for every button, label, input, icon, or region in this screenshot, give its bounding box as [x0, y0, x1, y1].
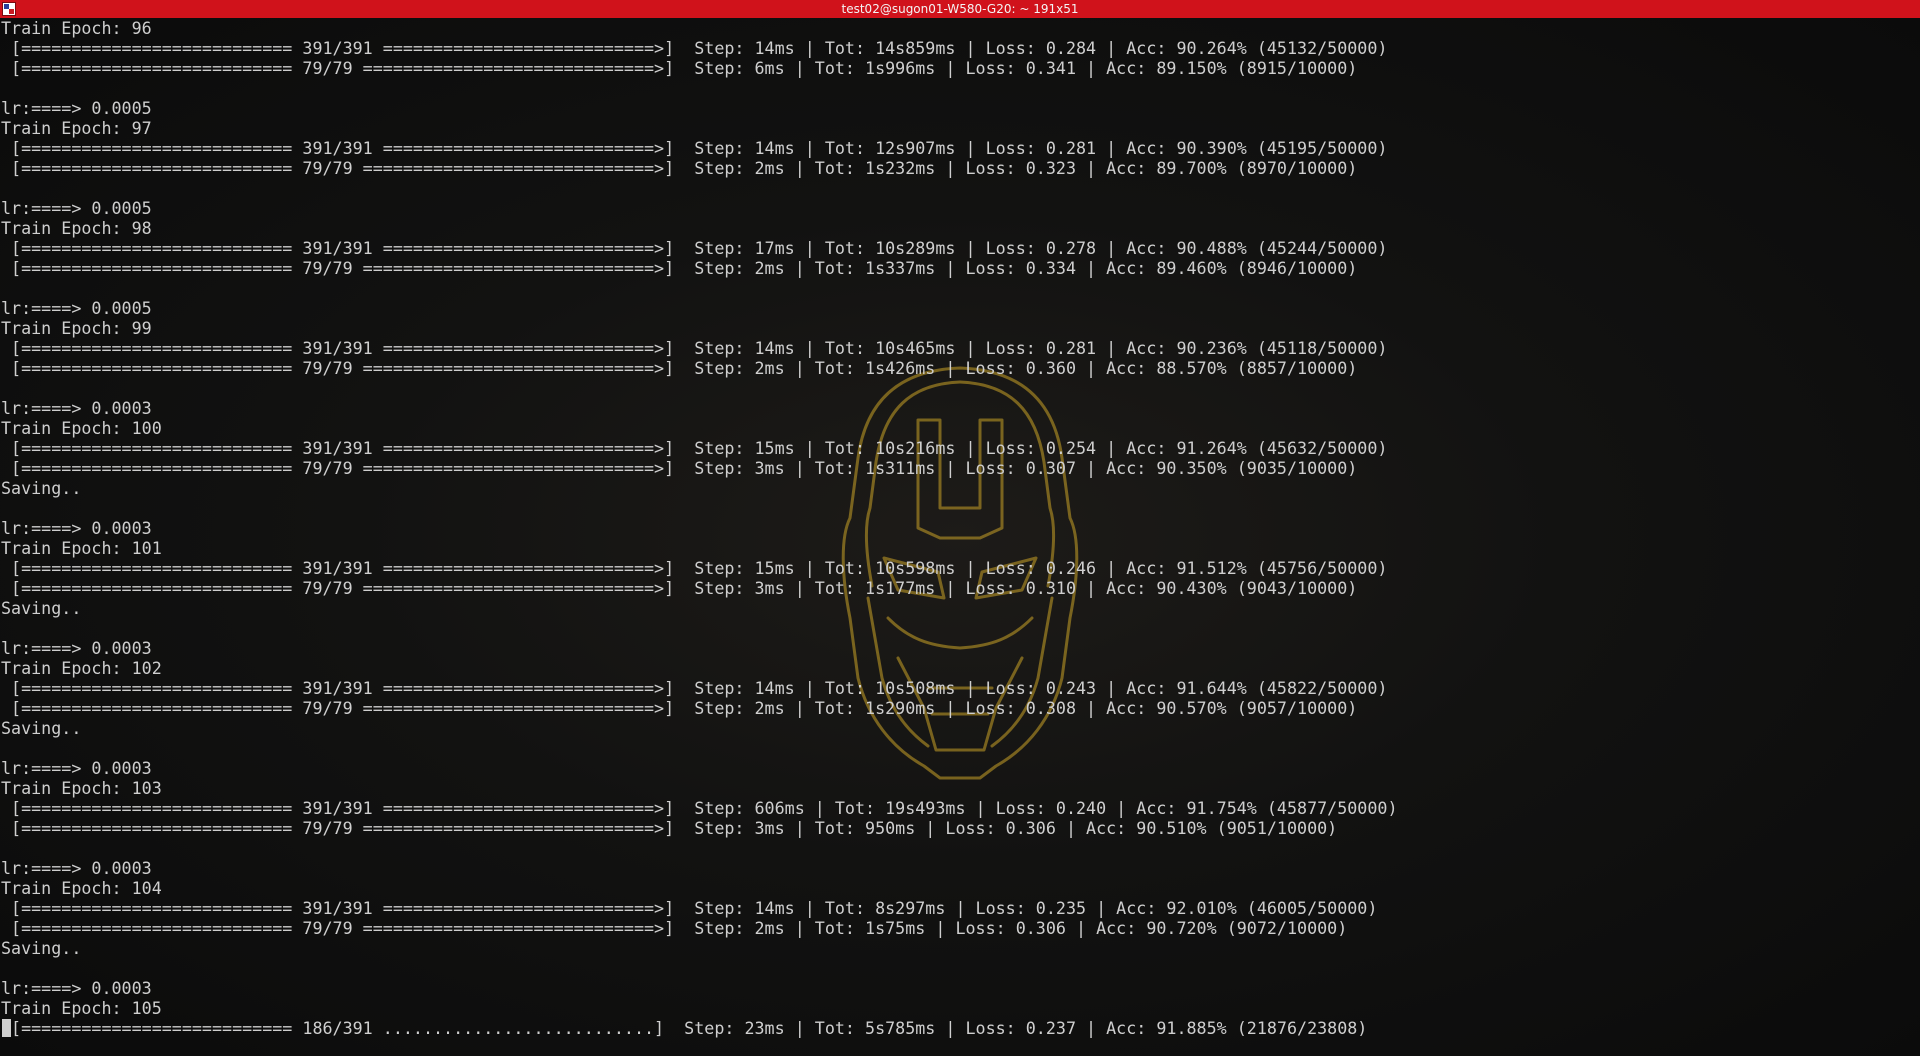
terminal-line: Train Epoch: 101: [1, 538, 162, 558]
terminal-line: Train Epoch: 98: [1, 218, 152, 238]
terminal-line: [=========================== 391/391 ===…: [1, 338, 1388, 358]
terminal-line: Train Epoch: 104: [1, 878, 162, 898]
terminal-line: Train Epoch: 99: [1, 318, 152, 338]
terminal-line: [=========================== 79/79 =====…: [1, 358, 1358, 378]
terminal-line: Train Epoch: 102: [1, 658, 162, 678]
terminal-line: [=========================== 79/79 =====…: [1, 918, 1348, 938]
terminal-line: [=========================== 79/79 =====…: [1, 698, 1358, 718]
terminal-line: Train Epoch: 105: [1, 998, 162, 1018]
terminal-line: Train Epoch: 103: [1, 778, 162, 798]
window-title: test02@sugon01-W580-G20: ~ 191x51: [841, 2, 1079, 16]
terminal-line: [=========================== 391/391 ===…: [1, 678, 1388, 698]
terminal-line-current: [=========================== 186/391 ...…: [1, 1018, 1398, 1038]
terminal-window-icon[interactable]: [2, 2, 16, 16]
terminal-view[interactable]: Train Epoch: 96 [=======================…: [0, 18, 1920, 1056]
window-titlebar[interactable]: test02@sugon01-W580-G20: ~ 191x51: [0, 0, 1920, 18]
terminal-line: [=========================== 391/391 ===…: [1, 38, 1388, 58]
terminal-line: Saving..: [1, 478, 82, 498]
terminal-line: [=========================== 79/79 =====…: [1, 458, 1358, 478]
terminal-line: lr:====> 0.0003: [1, 638, 152, 658]
terminal-line: [=========================== 79/79 =====…: [1, 258, 1358, 278]
terminal-line: [=========================== 79/79 =====…: [1, 58, 1358, 78]
terminal-line: lr:====> 0.0003: [1, 398, 152, 418]
terminal-line: lr:====> 0.0003: [1, 518, 152, 538]
terminal-line: [=========================== 391/391 ===…: [1, 138, 1388, 158]
terminal-line: [=========================== 79/79 =====…: [1, 818, 1338, 838]
terminal-line: lr:====> 0.0003: [1, 758, 152, 778]
terminal-line: lr:====> 0.0005: [1, 198, 152, 218]
terminal-cursor: [2, 1019, 11, 1037]
terminal-line: lr:====> 0.0005: [1, 298, 152, 318]
terminal-line: Saving..: [1, 718, 82, 738]
terminal-line: [=========================== 391/391 ===…: [1, 238, 1388, 258]
terminal-line: [=========================== 391/391 ===…: [1, 798, 1398, 818]
terminal-line: Train Epoch: 100: [1, 418, 162, 438]
terminal-line: lr:====> 0.0005: [1, 98, 152, 118]
terminal-line: [=========================== 391/391 ===…: [1, 558, 1388, 578]
terminal-line: Saving..: [1, 598, 82, 618]
terminal-line: lr:====> 0.0003: [1, 978, 152, 998]
terminal-line: [=========================== 391/391 ===…: [1, 898, 1378, 918]
terminal-line: [=========================== 79/79 =====…: [1, 158, 1358, 178]
terminal-output: Train Epoch: 96 [=======================…: [0, 18, 1398, 1038]
terminal-line: [=========================== 391/391 ===…: [1, 438, 1388, 458]
current-progress-text: [=========================== 186/391 ...…: [1, 1018, 1368, 1038]
terminal-line: Train Epoch: 97: [1, 118, 152, 138]
terminal-line: Train Epoch: 96: [1, 18, 152, 38]
terminal-line: Saving..: [1, 938, 82, 958]
terminal-line: lr:====> 0.0003: [1, 858, 152, 878]
terminal-line: [=========================== 79/79 =====…: [1, 578, 1358, 598]
